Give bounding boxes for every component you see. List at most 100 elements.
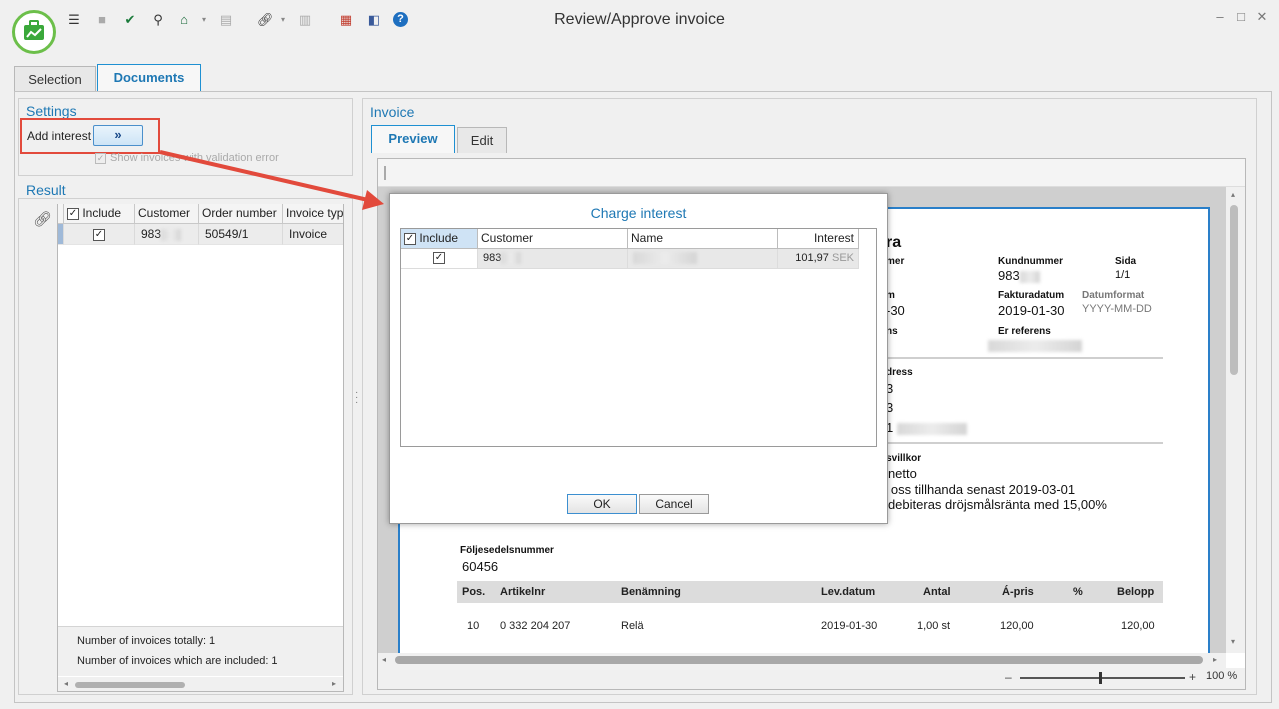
result-scroll-thumb[interactable] — [75, 682, 185, 688]
address-label: dress — [886, 367, 913, 378]
datumformat-label: Datumformat — [1082, 290, 1145, 301]
th-antal: Antal — [923, 586, 951, 598]
result-grid — [57, 204, 344, 692]
dialog-column-name[interactable]: Name — [628, 229, 778, 249]
window-title: Review/Approve invoice — [554, 11, 725, 28]
title-bar — [0, 0, 1279, 60]
divider — [880, 442, 1163, 444]
dialog-title: Charge interest — [590, 205, 687, 221]
vertical-scroll-thumb[interactable] — [1230, 205, 1238, 375]
td-antal: 1,00 st — [917, 620, 951, 632]
close-icon[interactable]: ✕ — [1255, 10, 1269, 24]
settings-title: Settings — [26, 103, 77, 119]
redacted-text — [1019, 270, 1040, 283]
include-checkbox[interactable]: ✓ — [433, 252, 445, 265]
invoices-total-label: Number of invoices totally: 1 — [77, 635, 216, 647]
kundnummer-value: 983 — [998, 268, 1040, 283]
result-customer-cell: 983 — [135, 224, 199, 245]
cancel-button[interactable]: Cancel — [639, 494, 709, 514]
horizontal-scroll-thumb[interactable] — [395, 656, 1203, 664]
redacted-text — [633, 252, 697, 265]
add-interest-label: Add interest — [27, 129, 92, 143]
dialog-customer-cell: 983 — [478, 249, 628, 269]
scroll-right-icon[interactable]: ▸ — [1213, 655, 1217, 664]
td-pos: 10 — [467, 620, 480, 632]
doc-heading: ra — [886, 234, 902, 251]
minimize-icon[interactable]: – — [1213, 10, 1227, 24]
column-header-label: Include — [82, 206, 122, 220]
add-interest-button[interactable]: » — [93, 125, 143, 146]
dialog-name-cell — [628, 249, 778, 269]
th-levdatum: Lev.datum — [821, 586, 876, 598]
foljesedel-value: 60456 — [462, 559, 499, 574]
scroll-up-icon[interactable]: ▴ — [1231, 190, 1235, 199]
address-line: 1 — [886, 420, 967, 435]
td-benamning: Relä — [621, 620, 644, 632]
tab-preview[interactable]: Preview — [371, 125, 455, 153]
dialog-column-customer[interactable]: Customer — [478, 229, 628, 249]
include-all-checkbox[interactable]: ✓ — [404, 232, 416, 245]
kundnummer-number: 983 — [998, 268, 1020, 283]
tab-documents[interactable]: Documents — [97, 64, 201, 93]
zoom-slider-handle[interactable] — [1099, 672, 1102, 684]
fakturadatum-value: 2019-01-30 — [998, 303, 1065, 318]
include-checkbox[interactable]: ✓ — [93, 228, 105, 241]
result-order-number-cell: 50549/1 — [199, 224, 283, 245]
result-invoice-type-cell: Invoice — [283, 224, 343, 245]
scroll-right-icon[interactable]: ▸ — [332, 679, 336, 688]
sida-value: 1/1 — [1115, 269, 1131, 281]
zoom-in-icon[interactable]: + — [1189, 670, 1196, 684]
foljesedel-label: Följesedelsnummer — [460, 545, 554, 556]
ok-button[interactable]: OK — [567, 494, 637, 514]
scroll-left-icon[interactable]: ◂ — [382, 655, 386, 664]
payment-terms-line: r debiteras dröjsmålsränta med 15,00% — [880, 497, 1107, 512]
interest-currency: SEK — [831, 252, 854, 264]
customer-number: 983 — [483, 252, 502, 264]
divider — [880, 357, 1163, 359]
dialog-include-cell[interactable]: ✓ — [401, 249, 478, 269]
td-apris: 120,00 — [1000, 620, 1034, 632]
er-referens-label: Er referens — [998, 326, 1051, 337]
maximize-icon[interactable]: □ — [1234, 10, 1248, 24]
zoom-out-icon[interactable]: – — [1005, 670, 1012, 684]
result-include-cell[interactable]: ✓ — [64, 224, 135, 245]
customer-number: 983 — [141, 227, 162, 241]
th-belopp: Belopp — [1117, 586, 1155, 598]
result-footer — [58, 626, 343, 676]
splitter-handle[interactable]: · · · — [355, 388, 359, 408]
redacted-text — [501, 252, 522, 265]
scroll-left-icon[interactable]: ◂ — [64, 679, 68, 688]
link-icon[interactable]: 🔗︎ — [33, 210, 52, 228]
redacted-text — [161, 228, 182, 241]
zoom-level: 100 % — [1206, 670, 1238, 682]
th-percent: % — [1073, 586, 1083, 598]
zoom-slider[interactable] — [1020, 677, 1185, 679]
doc-value: -30 — [886, 303, 905, 318]
td-levdatum: 2019-01-30 — [821, 620, 878, 632]
column-header-customer[interactable]: Customer — [135, 204, 199, 224]
td-belopp: 120,00 — [1121, 620, 1155, 632]
th-apris: Á-pris — [1002, 586, 1034, 598]
invoice-title: Invoice — [370, 104, 415, 120]
redacted-text — [988, 340, 1082, 352]
show-invoices-checkbox[interactable]: ✓ — [95, 153, 106, 164]
interest-value: 101,97 — [795, 252, 829, 264]
column-header-invoice-type[interactable]: Invoice type — [283, 204, 343, 224]
th-artikelnr: Artikelnr — [500, 586, 546, 598]
redacted-text — [896, 422, 967, 435]
column-header-order-number[interactable]: Order number — [199, 204, 283, 224]
invoices-included-label: Number of invoices which are included: 1 — [77, 655, 278, 667]
tab-selection[interactable]: Selection — [14, 66, 96, 93]
include-all-checkbox[interactable]: ✓ — [67, 207, 79, 220]
scroll-down-icon[interactable]: ▾ — [1231, 637, 1235, 646]
invoice-table-header — [457, 581, 1163, 603]
td-artikelnr: 0 332 204 207 — [500, 620, 571, 632]
tab-edit[interactable]: Edit — [457, 127, 507, 153]
dialog-column-include[interactable]: ✓ Include — [401, 229, 478, 249]
column-header-include[interactable]: ✓ Include — [64, 204, 135, 224]
result-title: Result — [26, 182, 66, 198]
dialog-column-interest[interactable]: Interest — [778, 229, 859, 249]
payment-terms-line: g oss tillhanda senast 2019-03-01 — [880, 482, 1076, 497]
doc-label: mer — [886, 256, 905, 267]
sida-label: Sida — [1115, 256, 1137, 267]
